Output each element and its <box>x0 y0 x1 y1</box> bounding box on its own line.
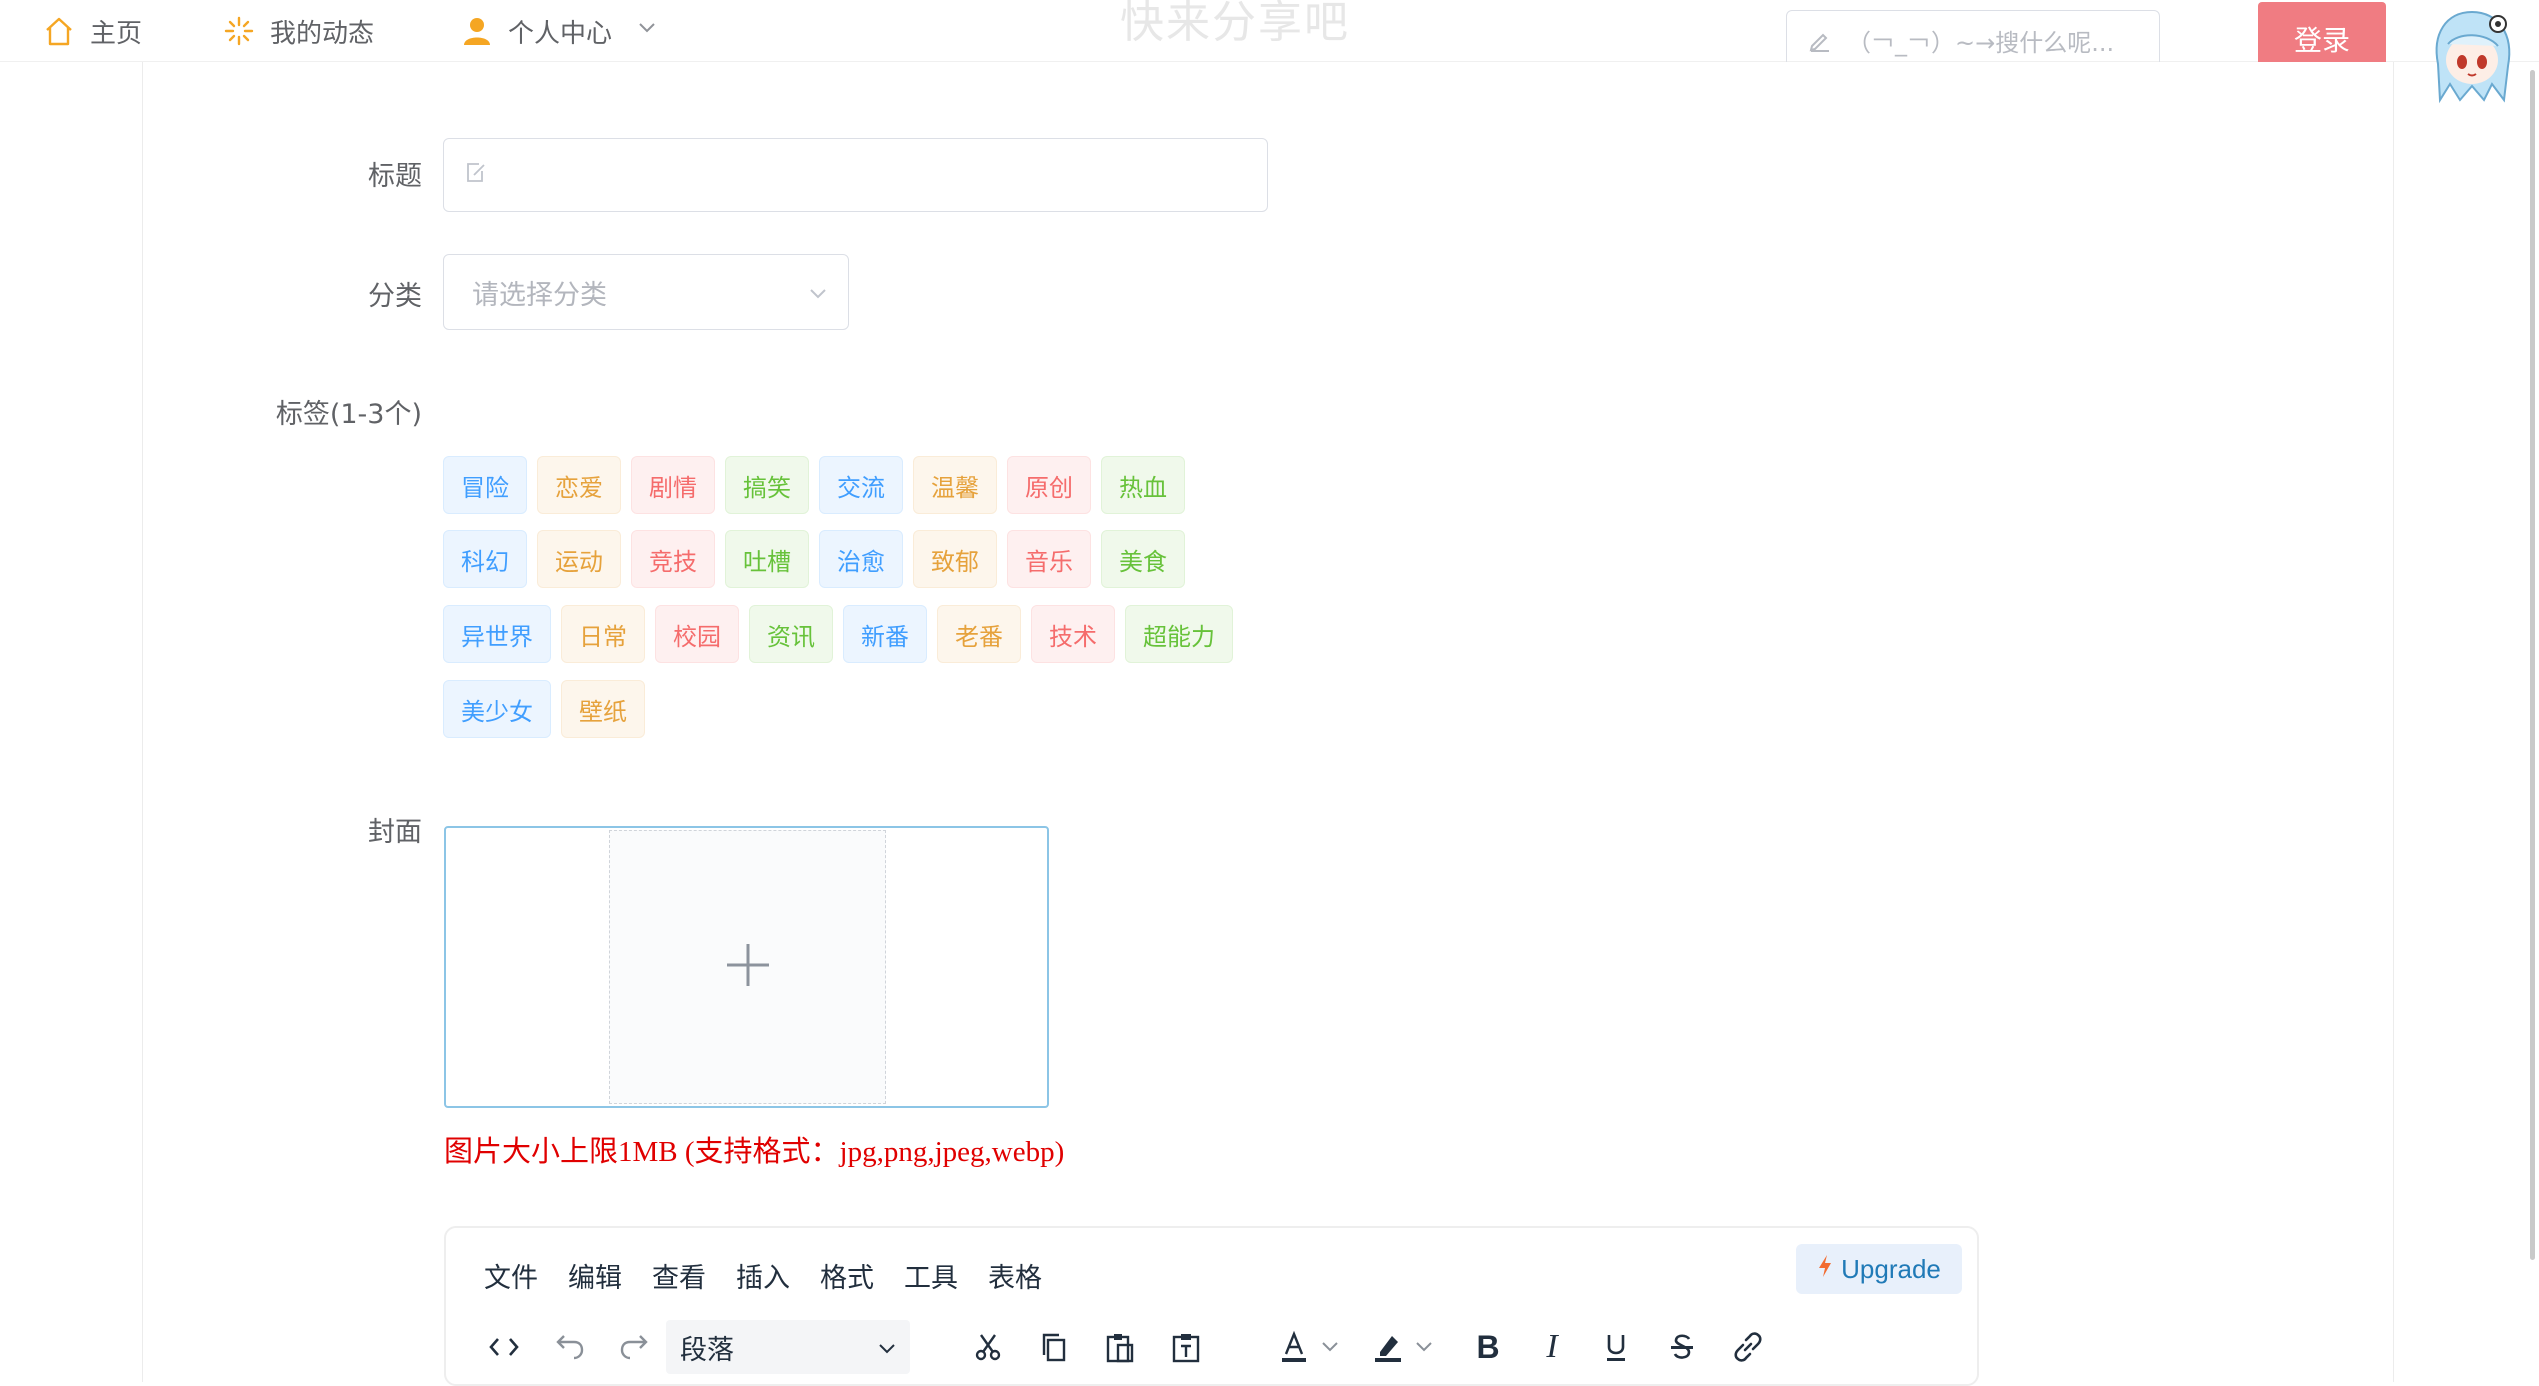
tag-option[interactable]: 治愈 <box>819 530 903 588</box>
search-input[interactable]: （￢_￢）~→搜什么呢... <box>1786 10 2160 70</box>
tag-option[interactable]: 老番 <box>937 605 1021 663</box>
tag-option[interactable]: 致郁 <box>913 530 997 588</box>
strikethrough-icon[interactable] <box>1660 1324 1704 1370</box>
copy-icon[interactable] <box>1032 1324 1076 1370</box>
upload-drop-area[interactable] <box>609 830 886 1104</box>
tag-option[interactable]: 音乐 <box>1007 530 1091 588</box>
tag-option[interactable]: 科幻 <box>443 530 527 588</box>
source-code-icon[interactable] <box>482 1324 526 1370</box>
nav-dynamics[interactable]: 我的动态 <box>222 14 375 49</box>
editor-menu-item[interactable]: 表格 <box>988 1256 1042 1295</box>
nav-home-label: 主页 <box>90 18 143 49</box>
link-icon[interactable] <box>1726 1324 1770 1370</box>
editor-menu-item[interactable]: 工具 <box>904 1256 958 1295</box>
cover-label: 封面 <box>368 817 422 848</box>
category-select[interactable]: 请选择分类 <box>443 254 849 330</box>
cut-icon[interactable] <box>966 1324 1010 1370</box>
tag-option[interactable]: 超能力 <box>1125 605 1233 663</box>
upgrade-label: Upgrade <box>1841 1253 1941 1284</box>
cover-size-hint: 图片大小上限1MB (支持格式：jpg,png,jpeg,webp) <box>444 1136 1065 1168</box>
nav-personal-center[interactable]: 个人中心 <box>460 14 658 49</box>
undo-icon[interactable] <box>548 1324 592 1370</box>
chevron-down-icon[interactable] <box>1318 1324 1342 1370</box>
home-icon <box>42 14 76 48</box>
page-scrollbar[interactable] <box>2530 70 2535 1260</box>
underline-icon[interactable] <box>1594 1324 1638 1370</box>
tag-option[interactable]: 冒险 <box>443 456 527 514</box>
chevron-down-icon <box>636 16 658 46</box>
editor-menu-item[interactable]: 文件 <box>484 1256 538 1295</box>
tags-label: 标签(1-3个) <box>275 399 422 430</box>
editor-menu-item[interactable]: 查看 <box>652 1256 706 1295</box>
user-icon <box>460 14 494 48</box>
nav-home[interactable]: 主页 <box>42 14 143 49</box>
search-placeholder: （￢_￢）~→搜什么呢... <box>1847 28 2115 57</box>
edit-icon <box>1807 27 1833 53</box>
block-format-value: 段落 <box>680 1334 734 1366</box>
rich-text-editor: 文件 编辑 查看 插入 格式 工具 表格 Upgrade 段落 B I <box>444 1226 1979 1386</box>
tag-option[interactable]: 壁纸 <box>561 680 645 738</box>
plus-icon <box>723 940 773 994</box>
tag-option[interactable]: 交流 <box>819 456 903 514</box>
title-input[interactable] <box>443 138 1268 212</box>
chevron-down-icon <box>806 281 830 312</box>
block-format-select[interactable]: 段落 <box>666 1320 910 1374</box>
paste-icon[interactable] <box>1098 1324 1142 1370</box>
text-color-icon[interactable] <box>1272 1324 1316 1370</box>
highlight-icon[interactable] <box>1366 1324 1410 1370</box>
avatar[interactable] <box>2428 4 2516 104</box>
tag-option[interactable]: 异世界 <box>443 605 551 663</box>
tag-option[interactable]: 美食 <box>1101 530 1185 588</box>
tag-option[interactable]: 温馨 <box>913 456 997 514</box>
tag-option[interactable]: 日常 <box>561 605 645 663</box>
category-label: 分类 <box>368 281 422 312</box>
paste-text-icon[interactable] <box>1164 1324 1208 1370</box>
editor-menu-item[interactable]: 编辑 <box>568 1256 622 1295</box>
tag-option[interactable]: 吐槽 <box>725 530 809 588</box>
top-navbar: 主页 我的动态 个人中心 快来分享吧 （￢_￢）~→搜什么呢... 登录 <box>0 0 2539 104</box>
tag-option[interactable]: 剧情 <box>631 456 715 514</box>
category-placeholder: 请选择分类 <box>472 279 607 311</box>
italic-icon[interactable]: I <box>1530 1324 1574 1370</box>
tag-option[interactable]: 搞笑 <box>725 456 809 514</box>
tag-option[interactable]: 运动 <box>537 530 621 588</box>
sparkle-icon <box>222 14 256 48</box>
tag-option[interactable]: 美少女 <box>443 680 551 738</box>
tag-option[interactable]: 原创 <box>1007 456 1091 514</box>
tag-option[interactable]: 技术 <box>1031 605 1115 663</box>
lightning-icon <box>1817 1254 1833 1285</box>
editor-menu-item[interactable]: 格式 <box>820 1256 874 1295</box>
tag-option[interactable]: 竞技 <box>631 530 715 588</box>
bold-icon[interactable]: B <box>1466 1324 1510 1370</box>
tag-option[interactable]: 恋爱 <box>537 456 621 514</box>
editor-menu-item[interactable]: 插入 <box>736 1256 790 1295</box>
upgrade-button[interactable]: Upgrade <box>1796 1244 1962 1294</box>
cover-uploader[interactable] <box>444 826 1049 1108</box>
title-label: 标题 <box>368 161 422 192</box>
tag-option[interactable]: 热血 <box>1101 456 1185 514</box>
site-watermark: 快来分享吧 <box>1120 0 1350 48</box>
chevron-down-icon[interactable] <box>1412 1324 1436 1370</box>
tag-option[interactable]: 校园 <box>655 605 739 663</box>
tag-option[interactable]: 新番 <box>843 605 927 663</box>
redo-icon[interactable] <box>612 1324 656 1370</box>
tag-option[interactable]: 资讯 <box>749 605 833 663</box>
nav-dynamics-label: 我的动态 <box>270 18 375 49</box>
chevron-down-icon <box>876 1336 898 1367</box>
edit-icon <box>464 161 488 189</box>
nav-personal-center-label: 个人中心 <box>508 18 613 49</box>
